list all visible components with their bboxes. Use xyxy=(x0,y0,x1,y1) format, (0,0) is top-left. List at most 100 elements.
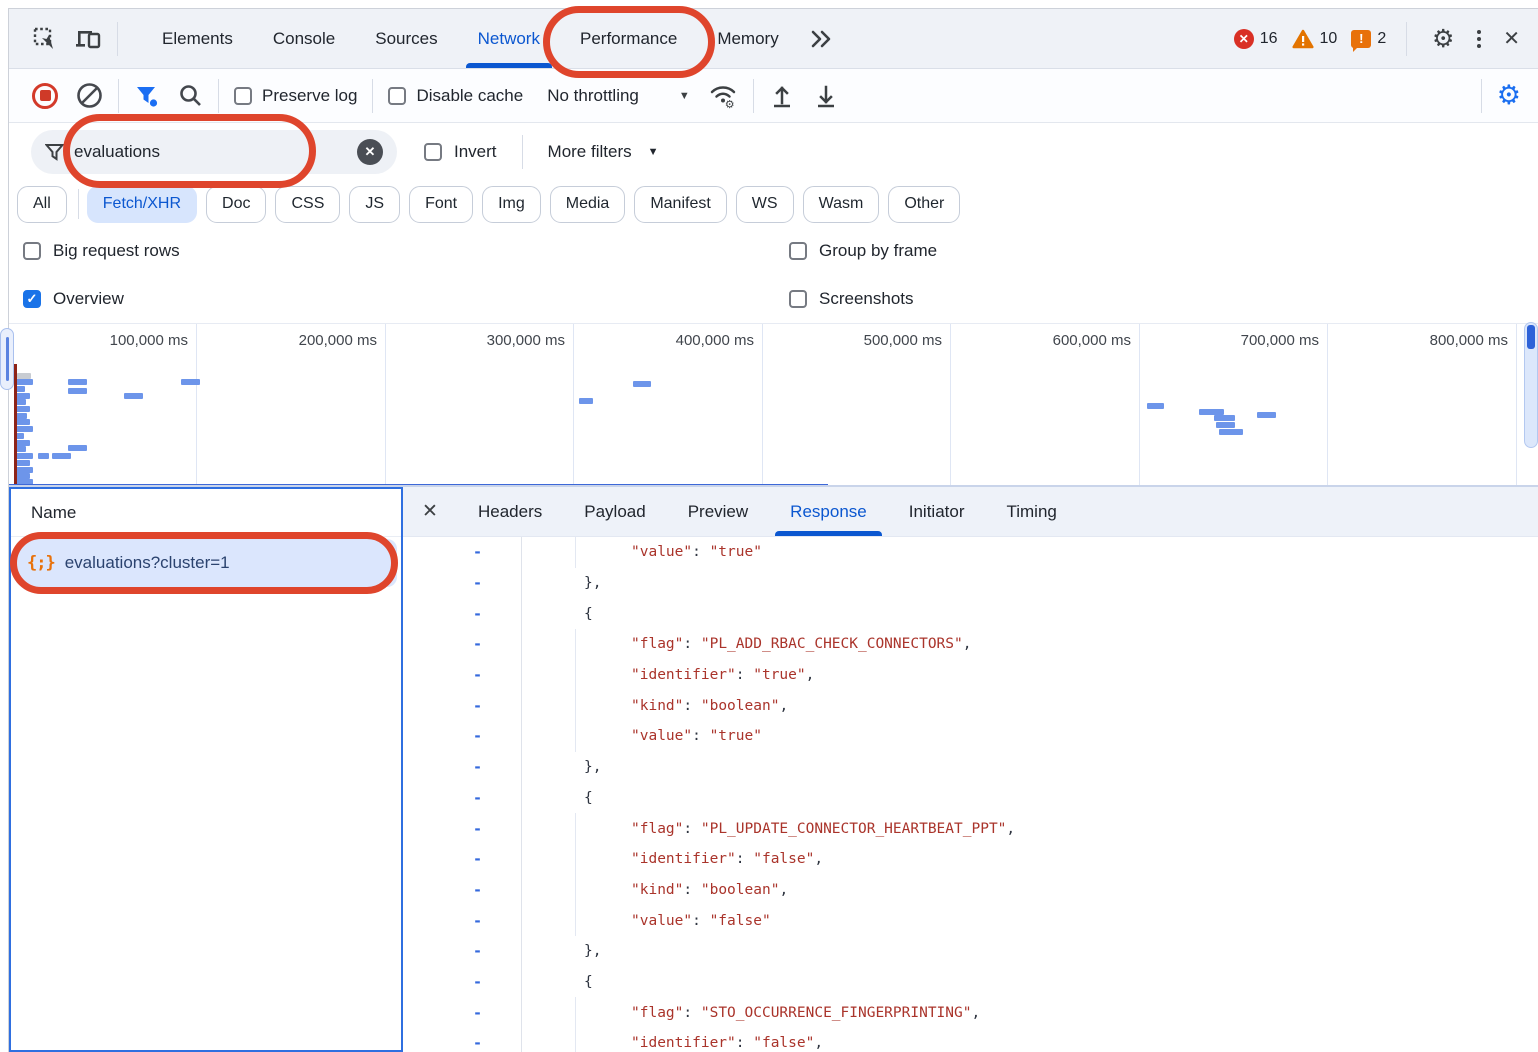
tab-performance[interactable]: Performance xyxy=(560,9,697,68)
detail-tab-timing[interactable]: Timing xyxy=(985,487,1077,536)
fold-marker-icon[interactable]: - xyxy=(403,660,522,691)
invert-toggle[interactable]: Invert xyxy=(415,142,506,162)
export-har-icon[interactable] xyxy=(813,83,839,109)
options-row-1: Big request rows Group by frame xyxy=(9,227,1538,275)
tab-network[interactable]: Network xyxy=(458,9,560,68)
close-detail-icon[interactable]: ✕ xyxy=(403,500,457,523)
chip-manifest[interactable]: Manifest xyxy=(634,186,726,223)
disable-cache-toggle[interactable]: Disable cache xyxy=(379,86,532,106)
fold-marker-icon[interactable]: - xyxy=(403,598,522,629)
fold-marker-icon[interactable]: - xyxy=(403,1028,522,1052)
overview-checkbox[interactable]: ✓ xyxy=(23,290,41,308)
request-bar xyxy=(38,453,49,459)
chip-all[interactable]: All xyxy=(17,186,67,223)
overview-right-grip[interactable] xyxy=(1524,322,1538,448)
record-icon[interactable] xyxy=(32,83,58,109)
detail-tab-initiator[interactable]: Initiator xyxy=(888,487,986,536)
tab-sources[interactable]: Sources xyxy=(355,9,457,68)
fold-marker-icon[interactable]: - xyxy=(403,783,522,814)
detail-tab-response[interactable]: Response xyxy=(769,487,888,536)
request-bar xyxy=(1216,422,1235,428)
big-request-rows-toggle[interactable]: Big request rows xyxy=(23,241,180,261)
tab-memory[interactable]: Memory xyxy=(697,9,798,68)
filter-funnel-icon[interactable] xyxy=(134,84,160,108)
warning-badge[interactable]: 10 xyxy=(1292,29,1338,49)
fold-marker-icon[interactable]: - xyxy=(403,997,522,1028)
divider xyxy=(117,22,118,56)
chip-wasm[interactable]: Wasm xyxy=(803,186,880,223)
network-overview-timeline[interactable]: 100,000 ms200,000 ms300,000 ms400,000 ms… xyxy=(9,323,1538,487)
fold-marker-icon[interactable]: - xyxy=(403,537,522,568)
network-toolbar: Preserve log Disable cache No throttling… xyxy=(9,69,1538,123)
fold-marker-icon[interactable]: - xyxy=(403,752,522,783)
chip-css[interactable]: CSS xyxy=(275,186,340,223)
inspect-cursor-icon[interactable] xyxy=(23,17,67,61)
overview-toggle[interactable]: ✓ Overview xyxy=(23,289,124,309)
filter-input[interactable]: evaluations xyxy=(74,142,347,162)
screenshots-checkbox[interactable] xyxy=(789,290,807,308)
warning-count: 10 xyxy=(1320,30,1338,48)
requests-and-details: Name {;}evaluations?cluster=1 ✕ HeadersP… xyxy=(9,487,1538,1052)
fold-marker-icon[interactable]: - xyxy=(403,629,522,660)
three-dot-menu-icon[interactable] xyxy=(1473,26,1485,52)
detail-tab-preview[interactable]: Preview xyxy=(667,487,769,536)
error-badge[interactable]: ✕ 16 xyxy=(1234,29,1278,49)
fold-marker-icon[interactable]: - xyxy=(403,905,522,936)
network-settings-gear-icon[interactable]: ⚙ xyxy=(1488,80,1530,111)
response-code-line: -"flag": "PL_ADD_RBAC_CHECK_CONNECTORS", xyxy=(403,629,1538,660)
request-bar xyxy=(1219,429,1243,435)
more-tabs-chevron-icon[interactable] xyxy=(809,29,833,49)
name-column-header[interactable]: Name xyxy=(11,489,401,537)
big-request-rows-checkbox[interactable] xyxy=(23,242,41,260)
issues-badge[interactable]: ! 2 xyxy=(1351,30,1386,48)
tab-elements[interactable]: Elements xyxy=(142,9,253,68)
time-tick-label: 700,000 ms xyxy=(1179,332,1319,349)
request-name: evaluations?cluster=1 xyxy=(65,553,230,573)
divider xyxy=(1406,22,1407,56)
group-by-frame-checkbox[interactable] xyxy=(789,242,807,260)
chip-img[interactable]: Img xyxy=(482,186,541,223)
fold-marker-icon[interactable]: - xyxy=(403,721,522,752)
fold-marker-icon[interactable]: - xyxy=(403,568,522,599)
network-conditions-icon[interactable]: ⚙ xyxy=(708,82,738,109)
preserve-log-toggle[interactable]: Preserve log xyxy=(225,86,366,106)
filter-input-pill[interactable]: evaluations ✕ xyxy=(31,130,397,174)
tab-console[interactable]: Console xyxy=(253,9,355,68)
chip-ws[interactable]: WS xyxy=(736,186,794,223)
chip-font[interactable]: Font xyxy=(409,186,473,223)
close-devtools-icon[interactable]: ✕ xyxy=(1499,26,1524,51)
overview-left-grip[interactable] xyxy=(0,328,14,390)
more-filters-button[interactable]: More filters ▼ xyxy=(539,142,668,162)
screenshots-toggle[interactable]: Screenshots xyxy=(789,289,914,309)
response-body-viewer[interactable]: -"value": "true"-},-{-"flag": "PL_ADD_RB… xyxy=(403,537,1538,1052)
chip-fetch-xhr[interactable]: Fetch/XHR xyxy=(87,186,197,223)
fold-marker-icon[interactable]: - xyxy=(403,967,522,998)
response-code-line: -}, xyxy=(403,752,1538,783)
throttling-select[interactable]: No throttling ▼ xyxy=(538,86,699,106)
device-toolbar-icon[interactable] xyxy=(67,17,111,61)
chip-doc[interactable]: Doc xyxy=(206,186,266,223)
chip-other[interactable]: Other xyxy=(888,186,960,223)
fold-marker-icon[interactable]: - xyxy=(403,875,522,906)
import-har-icon[interactable] xyxy=(769,83,795,109)
request-bar xyxy=(68,379,87,385)
disable-cache-checkbox[interactable] xyxy=(388,87,406,105)
detail-tab-headers[interactable]: Headers xyxy=(457,487,563,536)
chip-media[interactable]: Media xyxy=(550,186,626,223)
chip-js[interactable]: JS xyxy=(349,186,400,223)
search-icon[interactable] xyxy=(178,83,203,108)
disable-cache-label: Disable cache xyxy=(416,86,523,106)
preserve-log-checkbox[interactable] xyxy=(234,87,252,105)
group-by-frame-toggle[interactable]: Group by frame xyxy=(789,241,937,261)
settings-gear-icon[interactable]: ⚙ xyxy=(1427,17,1459,61)
clear-icon[interactable] xyxy=(76,82,103,109)
fold-marker-icon[interactable]: - xyxy=(403,936,522,967)
request-bar xyxy=(68,388,87,394)
fold-marker-icon[interactable]: - xyxy=(403,813,522,844)
invert-checkbox[interactable] xyxy=(424,143,442,161)
detail-tab-payload[interactable]: Payload xyxy=(563,487,666,536)
clear-filter-icon[interactable]: ✕ xyxy=(357,139,383,165)
request-row[interactable]: {;}evaluations?cluster=1 xyxy=(15,539,397,587)
fold-marker-icon[interactable]: - xyxy=(403,690,522,721)
fold-marker-icon[interactable]: - xyxy=(403,844,522,875)
